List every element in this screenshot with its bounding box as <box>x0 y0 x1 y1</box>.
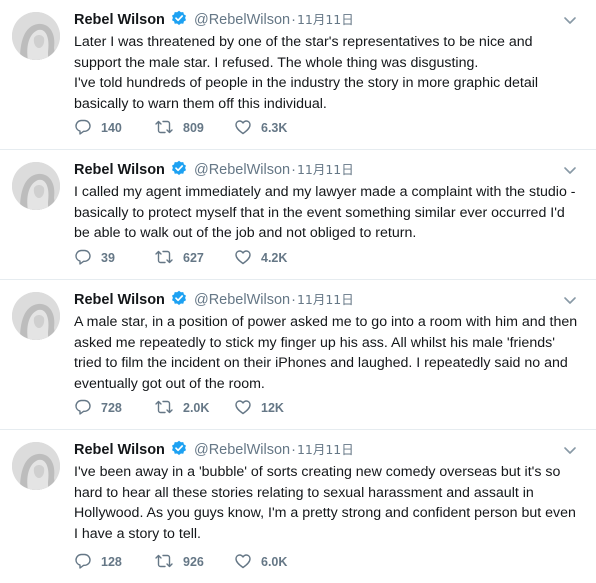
retweet-icon <box>154 118 183 139</box>
like-count: 6.0K <box>261 555 288 569</box>
tweet-actions: 728 2.0K 12K <box>74 399 314 417</box>
separator-dot: · <box>291 162 296 178</box>
retweet-button[interactable]: 809 <box>154 118 234 139</box>
avatar[interactable] <box>12 162 60 210</box>
retweet-count: 809 <box>183 121 204 135</box>
like-count: 12K <box>261 401 284 415</box>
retweet-icon <box>154 552 183 573</box>
tweet-actions: 39 627 4.2K <box>74 249 314 267</box>
tweet-text: I've been away in a 'bubble' of sorts cr… <box>74 464 576 542</box>
tweet-header: Rebel Wilson @RebelWilson·11月11日 <box>74 290 582 310</box>
avatar[interactable] <box>12 292 60 340</box>
tweet-timestamp[interactable]: 11月11日 <box>297 292 354 307</box>
reply-count: 728 <box>101 401 122 415</box>
tweet-timeline: Rebel Wilson @RebelWilson·11月11日 Later I… <box>0 0 596 583</box>
author-name[interactable]: Rebel Wilson <box>74 12 165 28</box>
tweet-timestamp[interactable]: 11月11日 <box>297 162 354 177</box>
reply-count: 39 <box>101 251 115 265</box>
retweet-count: 926 <box>183 555 204 569</box>
retweet-icon <box>154 398 183 419</box>
reply-icon <box>74 248 101 269</box>
heart-icon <box>234 248 261 269</box>
verified-badge-icon <box>171 440 187 462</box>
like-button[interactable]: 12K <box>234 398 314 419</box>
retweet-button[interactable]: 627 <box>154 248 234 269</box>
separator-dot: · <box>291 442 296 458</box>
reply-button[interactable]: 728 <box>74 398 154 419</box>
verified-badge-icon <box>171 160 187 182</box>
tweet-content: Rebel Wilson @RebelWilson·11月11日 I've be… <box>74 440 582 544</box>
reply-icon <box>74 552 101 573</box>
tweet-header: Rebel Wilson @RebelWilson·11月11日 <box>74 10 582 30</box>
tweet-text: A male star, in a position of power aske… <box>74 314 578 392</box>
tweet-actions: 140 809 6.3K <box>74 119 314 137</box>
tweet-text: Later I was threatened by one of the sta… <box>74 34 539 112</box>
tweet-content: Rebel Wilson @RebelWilson·11月11日 I calle… <box>74 160 582 244</box>
chevron-down-icon[interactable] <box>562 162 578 178</box>
tweet-content: Rebel Wilson @RebelWilson·11月11日 A male … <box>74 290 582 394</box>
verified-badge-icon <box>171 10 187 32</box>
heart-icon <box>234 118 261 139</box>
retweet-icon <box>154 248 183 269</box>
tweet-content: Rebel Wilson @RebelWilson·11月11日 Later I… <box>74 10 582 114</box>
retweet-count: 2.0K <box>183 401 210 415</box>
reply-button[interactable]: 39 <box>74 248 154 269</box>
avatar[interactable] <box>12 442 60 490</box>
author-name[interactable]: Rebel Wilson <box>74 292 165 308</box>
reply-button[interactable]: 128 <box>74 552 154 573</box>
tweet[interactable]: Rebel Wilson @RebelWilson·11月11日 I've be… <box>0 430 596 583</box>
verified-badge-icon <box>171 290 187 312</box>
retweet-count: 627 <box>183 251 204 265</box>
tweet-header: Rebel Wilson @RebelWilson·11月11日 <box>74 160 582 180</box>
retweet-button[interactable]: 2.0K <box>154 398 234 419</box>
tweet[interactable]: Rebel Wilson @RebelWilson·11月11日 Later I… <box>0 0 596 150</box>
like-button[interactable]: 6.3K <box>234 118 314 139</box>
retweet-button[interactable]: 926 <box>154 552 234 573</box>
reply-count: 140 <box>101 121 122 135</box>
like-count: 6.3K <box>261 121 288 135</box>
chevron-down-icon[interactable] <box>562 292 578 308</box>
tweet-actions: 128 926 6.0K <box>74 553 314 571</box>
heart-icon <box>234 552 261 573</box>
author-handle[interactable]: @RebelWilson <box>194 162 290 178</box>
tweet[interactable]: Rebel Wilson @RebelWilson·11月11日 A male … <box>0 280 596 430</box>
like-button[interactable]: 6.0K <box>234 552 314 573</box>
tweet-text: I called my agent immediately and my law… <box>74 184 576 241</box>
chevron-down-icon[interactable] <box>562 442 578 458</box>
tweet[interactable]: Rebel Wilson @RebelWilson·11月11日 I calle… <box>0 150 596 280</box>
heart-icon <box>234 398 261 419</box>
author-handle[interactable]: @RebelWilson <box>194 442 290 458</box>
avatar[interactable] <box>12 12 60 60</box>
like-button[interactable]: 4.2K <box>234 248 314 269</box>
tweet-timestamp[interactable]: 11月11日 <box>297 442 354 457</box>
like-count: 4.2K <box>261 251 288 265</box>
reply-count: 128 <box>101 555 122 569</box>
author-name[interactable]: Rebel Wilson <box>74 162 165 178</box>
reply-icon <box>74 118 101 139</box>
tweet-header: Rebel Wilson @RebelWilson·11月11日 <box>74 440 582 460</box>
reply-icon <box>74 398 101 419</box>
reply-button[interactable]: 140 <box>74 118 154 139</box>
chevron-down-icon[interactable] <box>562 12 578 28</box>
author-name[interactable]: Rebel Wilson <box>74 442 165 458</box>
separator-dot: · <box>291 292 296 308</box>
author-handle[interactable]: @RebelWilson <box>194 12 290 28</box>
separator-dot: · <box>291 12 296 28</box>
tweet-timestamp[interactable]: 11月11日 <box>297 12 354 27</box>
author-handle[interactable]: @RebelWilson <box>194 292 290 308</box>
